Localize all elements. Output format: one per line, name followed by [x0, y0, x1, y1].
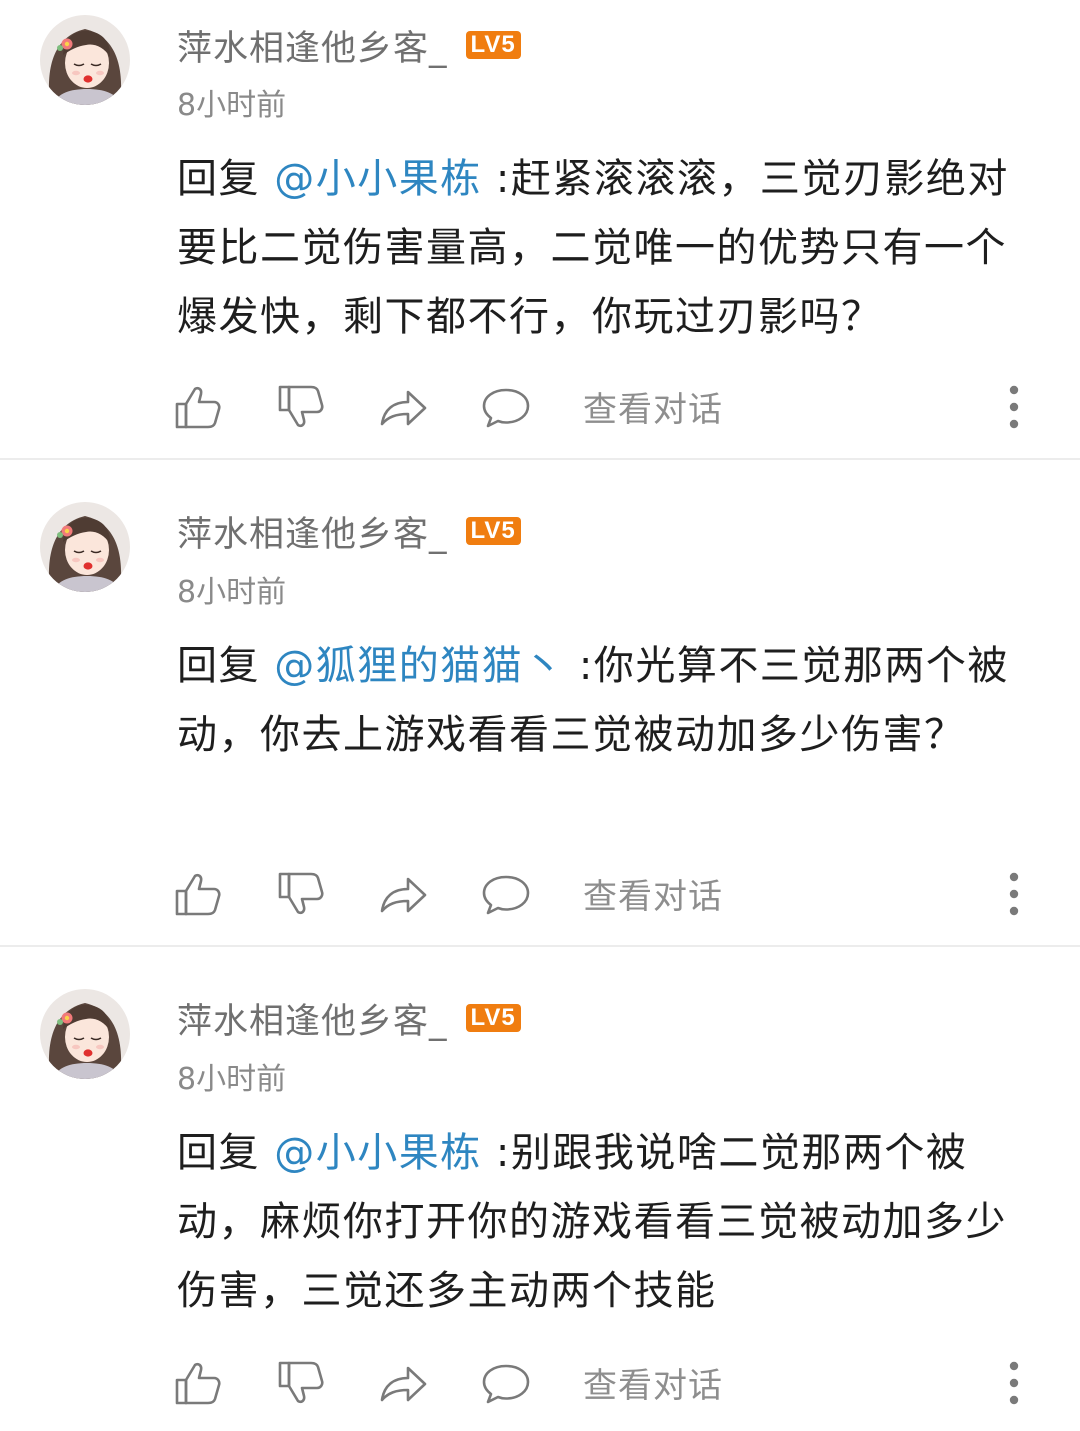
thumbs-down-icon[interactable] — [276, 1360, 326, 1406]
share-arrow-icon[interactable] — [378, 384, 428, 430]
view-conversation-button[interactable]: 查看对话 — [583, 869, 723, 918]
speech-bubble-icon[interactable] — [481, 1360, 531, 1406]
vertical-ellipsis-icon[interactable] — [1000, 869, 1028, 919]
mention-link[interactable]: @小小果栋 — [274, 156, 482, 202]
mention-link[interactable]: @狐狸的猫猫丶 — [274, 643, 565, 689]
comment-text: 回复 @狐狸的猫猫丶 :你光算不三觉那两个被动，你去上游戏看看三觉被动加多少伤害… — [177, 632, 1037, 770]
username[interactable]: 萍水相逢他乡客_ — [177, 506, 448, 557]
reply-prefix: 回复 — [177, 643, 275, 689]
view-conversation-button[interactable]: 查看对话 — [583, 1358, 723, 1407]
action-bar: 查看对话 — [0, 376, 1080, 436]
timestamp: 8小时前 — [177, 1062, 287, 1097]
level-badge: LV5 — [465, 31, 521, 59]
timestamp: 8小时前 — [177, 88, 287, 123]
reply-prefix: 回复 — [177, 1130, 275, 1176]
username-row: 萍水相逢他乡客_ LV5 — [177, 506, 521, 557]
thumbs-down-icon[interactable] — [276, 871, 326, 917]
comment-item: 萍水相逢他乡客_ LV5 8小时前 回复 @狐狸的猫猫丶 :你光算不三觉那两个被… — [0, 460, 1080, 945]
vertical-ellipsis-icon[interactable] — [1000, 382, 1028, 432]
username[interactable]: 萍水相逢他乡客_ — [177, 993, 448, 1044]
comment-item: 萍水相逢他乡客_ LV5 8小时前 回复 @小小果栋 :别跟我说啥二觉那两个被动… — [0, 947, 1080, 1431]
comment-item: 萍水相逢他乡客_ LV5 8小时前 回复 @小小果栋 :赶紧滚滚滚，三觉刃影绝对… — [0, 0, 1080, 458]
username[interactable]: 萍水相逢他乡客_ — [177, 20, 448, 71]
level-badge: LV5 — [465, 517, 521, 545]
share-arrow-icon[interactable] — [378, 871, 428, 917]
username-row: 萍水相逢他乡客_ LV5 — [177, 993, 521, 1044]
avatar[interactable] — [40, 989, 130, 1079]
speech-bubble-icon[interactable] — [481, 871, 531, 917]
reply-prefix: 回复 — [177, 156, 275, 202]
comment-text: 回复 @小小果栋 :别跟我说啥二觉那两个被动，麻烦你打开你的游戏看看三觉被动加多… — [177, 1119, 1037, 1326]
share-arrow-icon[interactable] — [378, 1360, 428, 1406]
timestamp: 8小时前 — [177, 575, 287, 610]
username-row: 萍水相逢他乡客_ LV5 — [177, 20, 521, 71]
comment-text: 回复 @小小果栋 :赶紧滚滚滚，三觉刃影绝对要比二觉伤害量高，二觉唯一的优势只有… — [177, 145, 1037, 352]
thumbs-up-icon[interactable] — [173, 1360, 223, 1406]
action-bar: 查看对话 — [0, 1352, 1080, 1412]
speech-bubble-icon[interactable] — [481, 384, 531, 430]
level-badge: LV5 — [465, 1004, 521, 1032]
avatar[interactable] — [40, 15, 130, 105]
action-bar: 查看对话 — [0, 863, 1080, 923]
thumbs-down-icon[interactable] — [276, 384, 326, 430]
vertical-ellipsis-icon[interactable] — [1000, 1358, 1028, 1408]
mention-link[interactable]: @小小果栋 — [274, 1130, 482, 1176]
thumbs-up-icon[interactable] — [173, 384, 223, 430]
view-conversation-button[interactable]: 查看对话 — [583, 382, 723, 431]
thumbs-up-icon[interactable] — [173, 871, 223, 917]
avatar[interactable] — [40, 502, 130, 592]
